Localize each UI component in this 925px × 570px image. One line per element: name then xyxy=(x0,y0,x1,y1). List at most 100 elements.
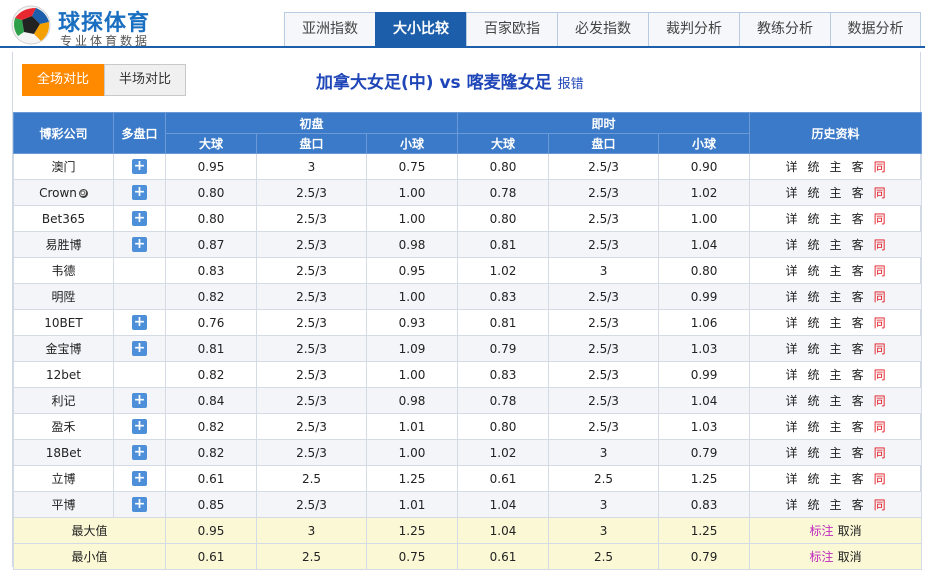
stats-link[interactable]: 统 xyxy=(808,444,820,461)
home-link[interactable]: 主 xyxy=(830,236,842,253)
detail-link[interactable]: 详 xyxy=(786,236,798,253)
tab-over-under[interactable]: 大小比较 xyxy=(375,12,466,47)
plus-icon[interactable]: + xyxy=(132,419,147,434)
same-link[interactable]: 同 xyxy=(874,470,886,487)
detail-link[interactable]: 详 xyxy=(786,496,798,513)
same-link[interactable]: 同 xyxy=(874,496,886,513)
detail-link[interactable]: 详 xyxy=(786,158,798,175)
stats-link[interactable]: 统 xyxy=(808,496,820,513)
detail-link[interactable]: 详 xyxy=(786,262,798,279)
home-link[interactable]: 主 xyxy=(830,444,842,461)
detail-link[interactable]: 详 xyxy=(786,314,798,331)
same-link[interactable]: 同 xyxy=(874,210,886,227)
stats-link[interactable]: 统 xyxy=(808,340,820,357)
home-link[interactable]: 主 xyxy=(830,470,842,487)
cancel-link[interactable]: 取消 xyxy=(838,550,862,564)
same-link[interactable]: 同 xyxy=(874,288,886,305)
same-link[interactable]: 同 xyxy=(874,314,886,331)
mark-link[interactable]: 标注 xyxy=(810,550,834,564)
same-link[interactable]: 同 xyxy=(874,340,886,357)
report-error-link[interactable]: 报错 xyxy=(558,77,584,92)
stats-link[interactable]: 统 xyxy=(808,158,820,175)
stats-link[interactable]: 统 xyxy=(808,392,820,409)
away-link[interactable]: 客 xyxy=(852,158,864,175)
home-link[interactable]: 主 xyxy=(830,158,842,175)
cancel-link[interactable]: 取消 xyxy=(838,524,862,538)
home-link[interactable]: 主 xyxy=(830,496,842,513)
tab-betfair-index[interactable]: 必发指数 xyxy=(557,12,648,47)
tab-asian-odds[interactable]: 亚洲指数 xyxy=(284,12,375,47)
home-link[interactable]: 主 xyxy=(830,184,842,201)
home-link[interactable]: 主 xyxy=(830,392,842,409)
tab-european-odds[interactable]: 百家欧指 xyxy=(466,12,557,47)
plus-icon[interactable]: + xyxy=(132,445,147,460)
stats-link[interactable]: 统 xyxy=(808,262,820,279)
same-link[interactable]: 同 xyxy=(874,418,886,435)
stats-link[interactable]: 统 xyxy=(808,366,820,383)
plus-icon[interactable]: + xyxy=(132,159,147,174)
away-link[interactable]: 客 xyxy=(852,418,864,435)
site-logo[interactable]: 球探体育 专业体育数据 xyxy=(10,4,190,48)
plus-icon[interactable]: + xyxy=(132,211,147,226)
away-link[interactable]: 客 xyxy=(852,340,864,357)
home-link[interactable]: 主 xyxy=(830,418,842,435)
away-link[interactable]: 客 xyxy=(852,288,864,305)
stats-link[interactable]: 统 xyxy=(808,314,820,331)
detail-link[interactable]: 详 xyxy=(786,366,798,383)
company-name: 韦德 xyxy=(51,264,76,278)
plus-icon[interactable]: + xyxy=(132,237,147,252)
same-link[interactable]: 同 xyxy=(874,444,886,461)
away-link[interactable]: 客 xyxy=(852,392,864,409)
away-link[interactable]: 客 xyxy=(852,314,864,331)
away-link[interactable]: 客 xyxy=(852,496,864,513)
stats-link[interactable]: 统 xyxy=(808,210,820,227)
plus-icon[interactable]: + xyxy=(132,471,147,486)
same-link[interactable]: 同 xyxy=(874,236,886,253)
stats-link[interactable]: 统 xyxy=(808,184,820,201)
same-link[interactable]: 同 xyxy=(874,184,886,201)
tab-data-analysis[interactable]: 数据分析 xyxy=(830,12,921,47)
stats-link[interactable]: 统 xyxy=(808,236,820,253)
home-link[interactable]: 主 xyxy=(830,340,842,357)
away-link[interactable]: 客 xyxy=(852,366,864,383)
multi-line-cell: + xyxy=(113,439,166,466)
home-link[interactable]: 主 xyxy=(830,210,842,227)
plus-icon[interactable]: + xyxy=(132,497,147,512)
plus-icon[interactable]: + xyxy=(132,393,147,408)
mark-link[interactable]: 标注 xyxy=(810,524,834,538)
tab-referee-analysis[interactable]: 裁判分析 xyxy=(648,12,739,47)
stats-link[interactable]: 统 xyxy=(808,418,820,435)
full-time-button[interactable]: 全场对比 xyxy=(22,64,104,96)
plus-icon[interactable]: + xyxy=(132,185,147,200)
detail-link[interactable]: 详 xyxy=(786,210,798,227)
plus-icon[interactable]: + xyxy=(132,315,147,330)
half-time-button[interactable]: 半场对比 xyxy=(104,64,186,96)
home-link[interactable]: 主 xyxy=(830,262,842,279)
detail-link[interactable]: 详 xyxy=(786,470,798,487)
detail-link[interactable]: 详 xyxy=(786,184,798,201)
detail-link[interactable]: 详 xyxy=(786,340,798,357)
history-cell: 详统主客同 xyxy=(749,439,923,466)
away-link[interactable]: 客 xyxy=(852,210,864,227)
detail-link[interactable]: 详 xyxy=(786,418,798,435)
tab-coach-analysis[interactable]: 教练分析 xyxy=(739,12,830,47)
same-link[interactable]: 同 xyxy=(874,392,886,409)
detail-link[interactable]: 详 xyxy=(786,392,798,409)
company-cell: 10BET xyxy=(13,309,114,336)
away-link[interactable]: 客 xyxy=(852,184,864,201)
away-link[interactable]: 客 xyxy=(852,470,864,487)
same-link[interactable]: 同 xyxy=(874,158,886,175)
plus-icon[interactable]: + xyxy=(132,341,147,356)
same-link[interactable]: 同 xyxy=(874,262,886,279)
detail-link[interactable]: 详 xyxy=(786,288,798,305)
away-link[interactable]: 客 xyxy=(852,236,864,253)
stats-link[interactable]: 统 xyxy=(808,470,820,487)
same-link[interactable]: 同 xyxy=(874,366,886,383)
away-link[interactable]: 客 xyxy=(852,262,864,279)
home-link[interactable]: 主 xyxy=(830,366,842,383)
stats-link[interactable]: 统 xyxy=(808,288,820,305)
detail-link[interactable]: 详 xyxy=(786,444,798,461)
home-link[interactable]: 主 xyxy=(830,288,842,305)
away-link[interactable]: 客 xyxy=(852,444,864,461)
home-link[interactable]: 主 xyxy=(830,314,842,331)
